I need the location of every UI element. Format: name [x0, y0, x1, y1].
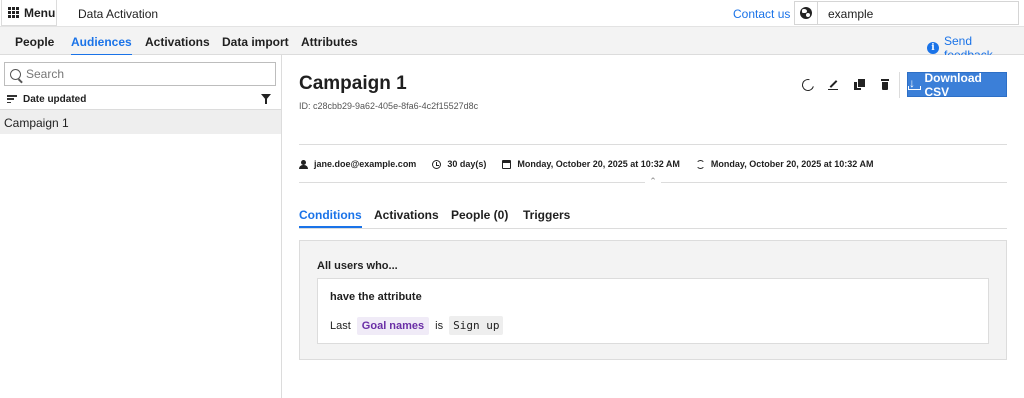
conditions-intro: All users who...: [317, 260, 398, 272]
download-csv-label: Download CSV: [924, 70, 982, 99]
audience-id: ID: c28cbb29-9a62-405e-8fa6-4c2f15527d8c: [299, 101, 479, 111]
audience-title: Campaign 1: [299, 73, 407, 94]
condition-heading: have the attribute: [330, 291, 422, 303]
sort-label[interactable]: Date updated: [23, 94, 86, 105]
audience-meta: jane.doe@example.com 30 day(s) Monday, O…: [299, 157, 889, 171]
meta-created: Monday, October 20, 2025 at 10:32 AM: [502, 159, 680, 169]
audience-detail: Campaign 1 ID: c28cbb29-9a62-405e-8fa6-4…: [283, 55, 1024, 398]
nav-tab-data-import[interactable]: Data import: [222, 35, 289, 49]
detail-tabs: Conditions Activations People (0) Trigge…: [299, 208, 1007, 229]
search-input[interactable]: [26, 67, 256, 81]
tab-people[interactable]: People (0): [451, 208, 508, 222]
search-box: [4, 62, 276, 86]
header-divider: [299, 144, 1007, 145]
main-nav: People Audiences Activations Data import…: [0, 27, 1024, 62]
meta-owner: jane.doe@example.com: [299, 159, 416, 169]
top-bar: Menu Data Activation Contact us example: [0, 0, 1024, 27]
nav-tab-people[interactable]: People: [15, 35, 54, 49]
contact-us-link[interactable]: Contact us: [733, 7, 790, 21]
duplicate-icon[interactable]: [854, 79, 866, 91]
edit-icon[interactable]: [828, 79, 840, 91]
user-icon: [299, 159, 308, 169]
app-title: Data Activation: [78, 7, 159, 21]
value-chip: Sign up: [449, 316, 504, 335]
info-icon: i: [927, 42, 939, 54]
conditions-panel: All users who... have the attribute Last…: [299, 240, 1007, 360]
refresh-icon[interactable]: [799, 76, 817, 94]
audience-list-sidebar: Date updated Campaign 1: [0, 55, 282, 398]
tab-conditions[interactable]: Conditions: [299, 208, 362, 228]
globe-icon: [800, 7, 812, 19]
menu-button[interactable]: Menu: [1, 0, 57, 26]
sort-icon[interactable]: [7, 95, 17, 103]
owner-email: jane.doe@example.com: [314, 159, 417, 169]
menu-label: Menu: [24, 5, 56, 20]
attribute-chip: Goal names: [356, 316, 430, 335]
download-icon: [908, 76, 921, 90]
sort-row: Date updated: [7, 92, 271, 106]
meta-retention: 30 day(s): [432, 159, 486, 169]
nav-tab-activations[interactable]: Activations: [145, 35, 210, 49]
meta-updated: Monday, October 20, 2025 at 10:32 AM: [695, 159, 874, 169]
download-csv-button[interactable]: Download CSV: [907, 70, 1007, 99]
toolbar-divider: [899, 72, 900, 98]
clock-icon: [432, 159, 442, 169]
updated-date: Monday, October 20, 2025 at 10:32 AM: [710, 159, 874, 169]
condition-operator: is: [435, 319, 444, 332]
delete-icon[interactable]: [880, 79, 892, 91]
audience-list-item[interactable]: Campaign 1: [0, 110, 281, 134]
created-date: Monday, October 20, 2025 at 10:32 AM: [517, 159, 680, 169]
filter-icon[interactable]: [261, 94, 271, 104]
nav-tab-audiences[interactable]: Audiences: [71, 35, 132, 56]
condition-card: have the attribute Last Goal names is Si…: [317, 278, 989, 344]
tab-activations[interactable]: Activations: [374, 208, 439, 222]
tab-triggers[interactable]: Triggers: [523, 208, 570, 222]
tenant-selector[interactable]: example: [818, 1, 1019, 25]
search-icon: [10, 68, 21, 80]
language-button[interactable]: [794, 1, 818, 25]
retention-value: 30 day(s): [447, 159, 487, 169]
condition-modifier: Last: [330, 319, 351, 332]
chevron-up-icon[interactable]: ⌃: [645, 176, 661, 188]
sync-icon: [695, 159, 705, 169]
calendar-icon: [502, 159, 512, 169]
condition-row: Last Goal names is Sign up: [330, 316, 504, 335]
nav-tab-attributes[interactable]: Attributes: [301, 35, 358, 49]
grid-icon: [8, 7, 19, 18]
